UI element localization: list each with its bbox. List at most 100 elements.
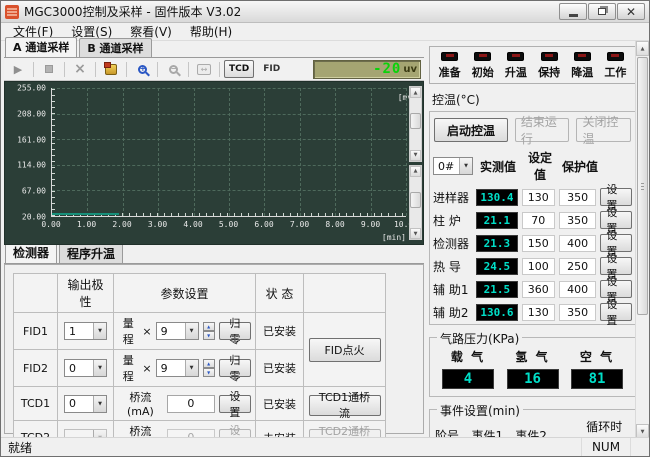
range-select-fid1[interactable]: 9▼ xyxy=(156,322,199,340)
range-label: 量程 xyxy=(118,315,138,347)
set-value-field[interactable]: 360 xyxy=(522,281,555,298)
app-window: MGC3000控制及采样 - 固件版本 V3.02 ✕ 文件(F) 设置(S) … xyxy=(0,0,650,457)
set-value-field[interactable]: 70 xyxy=(522,212,555,229)
range-select-fid2[interactable]: 9▼ xyxy=(156,359,199,377)
temp-row-detector: 检测器 21.3 150 400 设置 xyxy=(433,234,632,252)
protect-value-field[interactable]: 400 xyxy=(559,235,596,252)
temp-row-tcd: 热 导 24.5 100 250 设置 xyxy=(433,257,632,275)
scroll-down-icon[interactable]: ▼ xyxy=(410,228,421,239)
y-tick-label: 255.00 xyxy=(17,84,46,93)
set-value-field[interactable]: 100 xyxy=(522,258,555,275)
polarity-select-fid1[interactable]: 1▼ xyxy=(64,322,107,340)
gauge-carrier-gas: 载 气 4 xyxy=(442,348,494,389)
set-value-field[interactable]: 130 xyxy=(522,189,555,206)
stop-button[interactable] xyxy=(38,60,60,79)
protect-value-field[interactable]: 350 xyxy=(559,304,596,321)
chart-scrollbar-top[interactable]: ▲ ▼ xyxy=(409,86,422,162)
restore-button[interactable] xyxy=(588,3,616,20)
statusbar: 就绪 NUM xyxy=(1,437,649,456)
events-title: 事件设置(min) xyxy=(437,402,523,419)
temp-row-column-oven: 柱 炉 21.1 70 350 设置 xyxy=(433,211,632,229)
x-tick-label: 3.00 xyxy=(148,220,167,229)
x-tick-label: 2.00 xyxy=(112,220,131,229)
set-value-field[interactable]: 150 xyxy=(522,235,555,252)
polarity-select-fid2[interactable]: 0▼ xyxy=(64,359,107,377)
scroll-up-icon[interactable]: ▲ xyxy=(410,166,421,177)
export-button[interactable] xyxy=(100,60,122,79)
close-icon: ✕ xyxy=(626,6,636,18)
tab-detector[interactable]: 检测器 xyxy=(5,242,57,263)
times-sign: × xyxy=(142,362,151,375)
polarity-select-tcd1[interactable]: 0▼ xyxy=(64,395,107,413)
grid-line xyxy=(371,88,372,216)
detector-status: 已安装 xyxy=(256,350,304,387)
statusbar-pad xyxy=(631,438,649,456)
tcd1-bridge-button[interactable]: TCD1通桥流 xyxy=(309,395,381,416)
detector-header-status: 状 态 xyxy=(256,274,304,313)
bridge-set-button-tcd1[interactable]: 设置 xyxy=(219,395,251,413)
delete-button[interactable]: × xyxy=(69,60,91,79)
header-protect: 保护值 xyxy=(561,158,599,175)
tab-program-temp[interactable]: 程序升温 xyxy=(59,243,123,263)
minimize-icon xyxy=(569,14,578,17)
menu-help[interactable]: 帮助(H) xyxy=(181,22,241,41)
tcd-toggle-button[interactable]: TCD xyxy=(224,60,254,78)
scroll-thumb[interactable] xyxy=(410,113,421,129)
chart-scrollbar-bottom[interactable]: ▲ ▼ xyxy=(409,165,422,241)
x-tick-label: 6.00 xyxy=(254,220,273,229)
scroll-down-icon[interactable]: ▼ xyxy=(410,150,421,161)
right-panel-scrollbar[interactable]: ▲ ▼ xyxy=(635,41,649,439)
temp-control-title: 控温(°C) xyxy=(432,91,636,108)
temp-row-injector: 进样器 130.4 130 350 设置 xyxy=(433,188,632,206)
spin-down-icon: ▼ xyxy=(203,331,215,340)
end-run-button: 结束运行 xyxy=(515,118,570,142)
detector-tabs: 检测器 程序升温 xyxy=(4,247,424,264)
detector-row-tcd1: TCD1 0▼ 桥流(mA) 0 设置 已安装 TCD1通桥流 xyxy=(14,387,386,421)
minimize-button[interactable] xyxy=(559,3,587,20)
close-button[interactable]: ✕ xyxy=(617,3,645,20)
zero-button-fid2[interactable]: 归零 xyxy=(219,359,251,377)
x-axis-labels: 0.001.002.003.004.005.006.007.008.009.00… xyxy=(51,220,406,231)
scroll-thumb[interactable] xyxy=(410,192,421,208)
range-stepper-fid1[interactable]: ▲▼ xyxy=(203,322,215,340)
set-value-field[interactable]: 130 xyxy=(522,304,555,321)
tab-channel-b[interactable]: B 通道采样 xyxy=(79,38,151,57)
protect-value-field[interactable]: 250 xyxy=(559,258,596,275)
protect-value-field[interactable]: 350 xyxy=(559,189,596,206)
grid-line xyxy=(264,88,265,216)
start-temp-button[interactable]: 启动控温 xyxy=(434,118,508,142)
actual-value-lcd: 130.4 xyxy=(476,189,517,206)
range-stepper-fid2[interactable]: ▲▼ xyxy=(203,359,215,377)
toolbar-separator xyxy=(95,62,96,77)
set-button-aux2[interactable]: 设置 xyxy=(600,303,632,321)
zero-button-fid1[interactable]: 归零 xyxy=(219,322,251,340)
play-icon: ▶ xyxy=(14,63,22,76)
toolbar-separator xyxy=(126,62,127,77)
protect-value-field[interactable]: 350 xyxy=(559,212,596,229)
scroll-thumb[interactable] xyxy=(637,57,648,315)
fid-ignite-button[interactable]: FID点火 xyxy=(309,338,381,362)
chevron-down-icon: ▼ xyxy=(459,158,472,174)
fit-button[interactable]: ↔ xyxy=(193,60,215,79)
chevron-down-icon: ▼ xyxy=(93,323,106,339)
led-heating xyxy=(507,52,524,61)
zoom-out-button[interactable]: − xyxy=(162,60,184,79)
scroll-track[interactable] xyxy=(410,98,421,150)
hydrogen-lcd: 16 xyxy=(507,369,559,389)
grid-line xyxy=(158,88,159,216)
start-button[interactable]: ▶ xyxy=(7,60,29,79)
spin-down-icon: ▼ xyxy=(203,368,215,377)
actual-value-lcd: 130.6 xyxy=(476,304,517,321)
zoom-in-button[interactable]: + xyxy=(131,60,153,79)
zone-select[interactable]: 0#▼ xyxy=(433,157,473,175)
scroll-up-icon[interactable]: ▲ xyxy=(410,87,421,98)
bridge-input-tcd1[interactable]: 0 xyxy=(167,395,215,413)
signal-value: -20 xyxy=(373,61,401,77)
titlebar: MGC3000控制及采样 - 固件版本 V3.02 ✕ xyxy=(1,1,649,23)
fid-toggle-button[interactable]: FID xyxy=(255,64,288,74)
protect-value-field[interactable]: 400 xyxy=(559,281,596,298)
scroll-track[interactable] xyxy=(410,177,421,229)
scroll-up-icon[interactable]: ▲ xyxy=(636,41,649,56)
tab-channel-a[interactable]: A 通道采样 xyxy=(5,37,77,57)
delete-icon: × xyxy=(74,62,86,76)
